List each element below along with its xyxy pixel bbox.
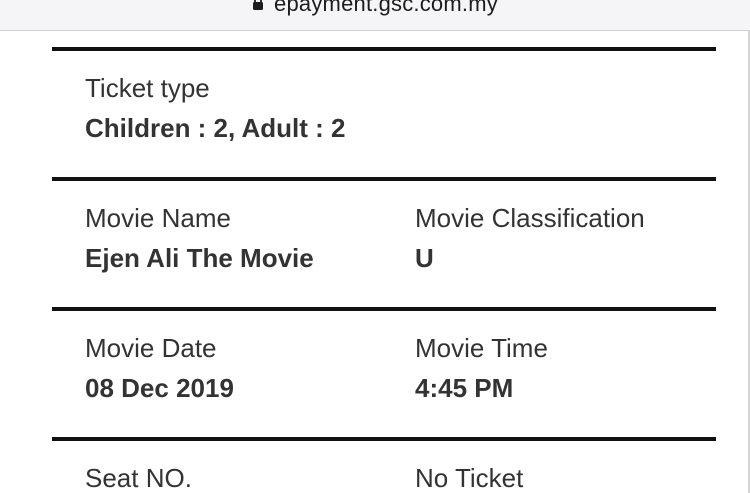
movie-time-label: Movie Time [415,333,548,363]
no-ticket-cell: No Ticket [415,463,523,493]
movie-date-label: Movie Date [85,333,217,363]
classification-cell: Movie Classification U [415,203,645,273]
movie-name-cell: Movie Name Ejen Ali The Movie [85,203,314,273]
movie-time-cell: Movie Time 4:45 PM [415,333,548,403]
url-text[interactable]: epayment.gsc.com.my [274,0,498,16]
classification-label: Movie Classification [415,203,645,233]
classification-value: U [415,243,434,273]
section-divider [52,177,716,181]
seat-label: Seat NO. [85,463,192,493]
movie-name-value: Ejen Ali The Movie [85,243,314,273]
no-ticket-label: No Ticket [415,463,524,493]
ticket-type-cell: Ticket type Children : 2, Adult : 2 [85,73,345,143]
browser-address-bar[interactable]: epayment.gsc.com.my [0,0,750,31]
url-display[interactable]: epayment.gsc.com.my [0,0,750,18]
seat-cell: Seat NO. [85,463,192,493]
ticket-type-value: Children : 2, Adult : 2 [85,113,346,143]
movie-date-cell: Movie Date 08 Dec 2019 [85,333,234,403]
ticket-details: Ticket type Children : 2, Adult : 2 Movi… [0,30,748,493]
movie-date-value: 08 Dec 2019 [85,373,234,403]
section-divider [52,47,716,51]
ticket-type-label: Ticket type [85,73,210,103]
movie-name-label: Movie Name [85,203,231,233]
movie-time-value: 4:45 PM [415,373,514,403]
lock-icon [252,0,264,16]
section-divider [52,437,716,441]
section-divider [52,307,716,311]
